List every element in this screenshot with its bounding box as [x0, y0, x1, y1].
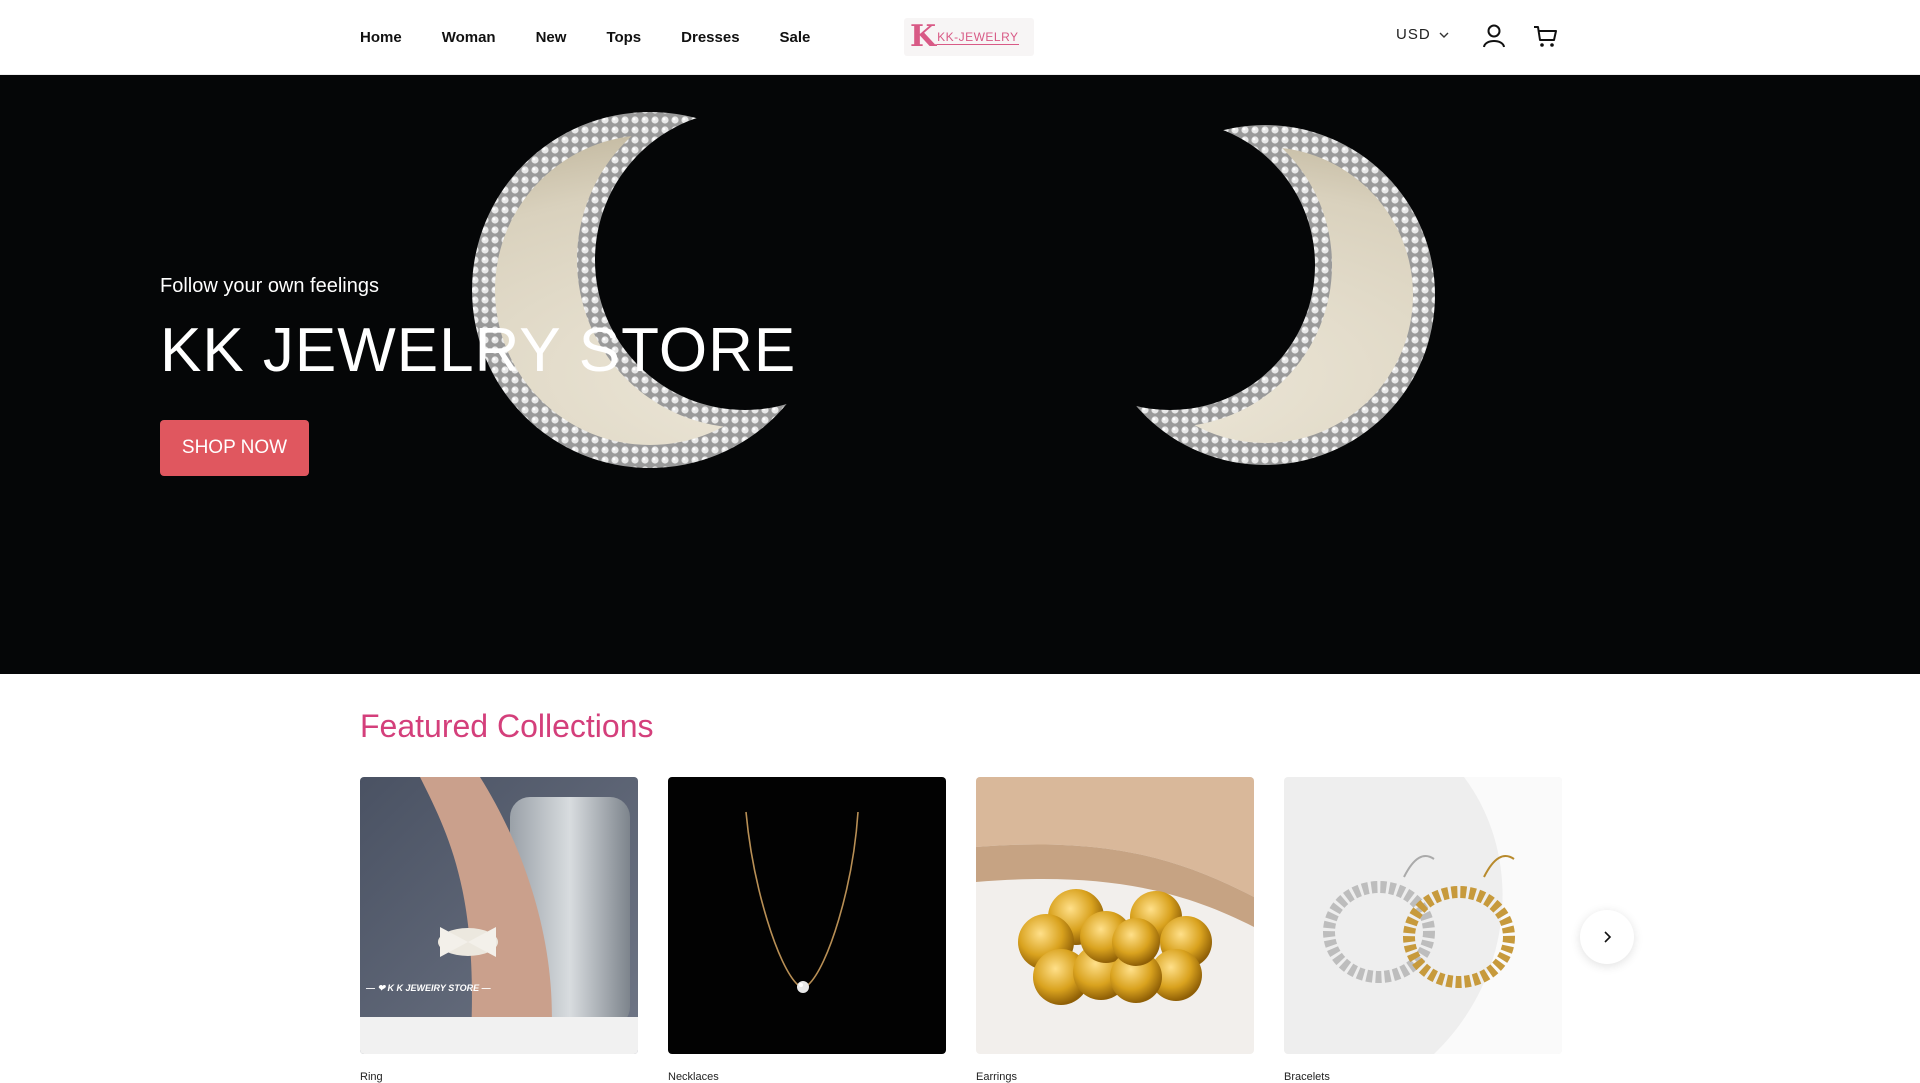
chevron-right-icon [1604, 931, 1612, 943]
carousel-next-button[interactable] [1580, 910, 1634, 964]
account-button[interactable] [1480, 22, 1508, 50]
earrings-image [976, 777, 1254, 1054]
logo-text: KK-JEWELRY [937, 29, 1019, 45]
collection-card-ring[interactable]: — ❤ K K JEWEIRY STORE — Ring [360, 777, 638, 1083]
user-icon [1483, 24, 1505, 48]
logo-mark: K [910, 19, 937, 54]
nav-new[interactable]: New [536, 29, 567, 46]
ring-image: — ❤ K K JEWEIRY STORE — [360, 777, 638, 1054]
necklace-image [668, 777, 946, 1054]
hero-banner: Follow your own feelings KK JEWELRY STOR… [0, 75, 1920, 674]
collection-label[interactable]: Ring [360, 1071, 638, 1083]
collection-label[interactable]: Bracelets [1284, 1071, 1562, 1083]
site-logo[interactable]: K KK-JEWELRY [904, 18, 1034, 56]
nav-dresses[interactable]: Dresses [681, 29, 739, 46]
collection-card-necklaces[interactable]: Necklaces [668, 777, 946, 1083]
nav-sale[interactable]: Sale [780, 29, 811, 46]
nav-home[interactable]: Home [360, 29, 402, 46]
shop-now-button[interactable]: SHOP NOW [160, 420, 309, 476]
chevron-down-icon [1439, 32, 1449, 38]
collection-card-bracelets[interactable]: Bracelets [1284, 777, 1562, 1083]
featured-collections-title: Featured Collections [360, 708, 654, 744]
bracelets-image [1284, 777, 1562, 1054]
collection-label[interactable]: Earrings [976, 1071, 1254, 1083]
collection-carousel: — ❤ K K JEWEIRY STORE — Ring Necklaces E… [360, 777, 1562, 1083]
nav-tops[interactable]: Tops [606, 29, 641, 46]
nav-woman[interactable]: Woman [442, 29, 496, 46]
hero-title: KK JEWELRY STORE [160, 316, 797, 385]
main-nav: Home Woman New Tops Dresses Sale [360, 0, 810, 74]
cart-button[interactable] [1532, 22, 1560, 50]
ring-image-caption: — ❤ K K JEWEIRY STORE — [366, 983, 491, 993]
cart-icon [1534, 26, 1557, 47]
site-header: Home Woman New Tops Dresses Sale K KK-JE… [0, 0, 1920, 75]
currency-label: USD [1396, 26, 1431, 43]
hero-subtitle: Follow your own feelings [160, 275, 379, 297]
collection-label[interactable]: Necklaces [668, 1071, 946, 1083]
collection-card-earrings[interactable]: Earrings [976, 777, 1254, 1083]
currency-selector[interactable]: USD [1396, 26, 1449, 43]
